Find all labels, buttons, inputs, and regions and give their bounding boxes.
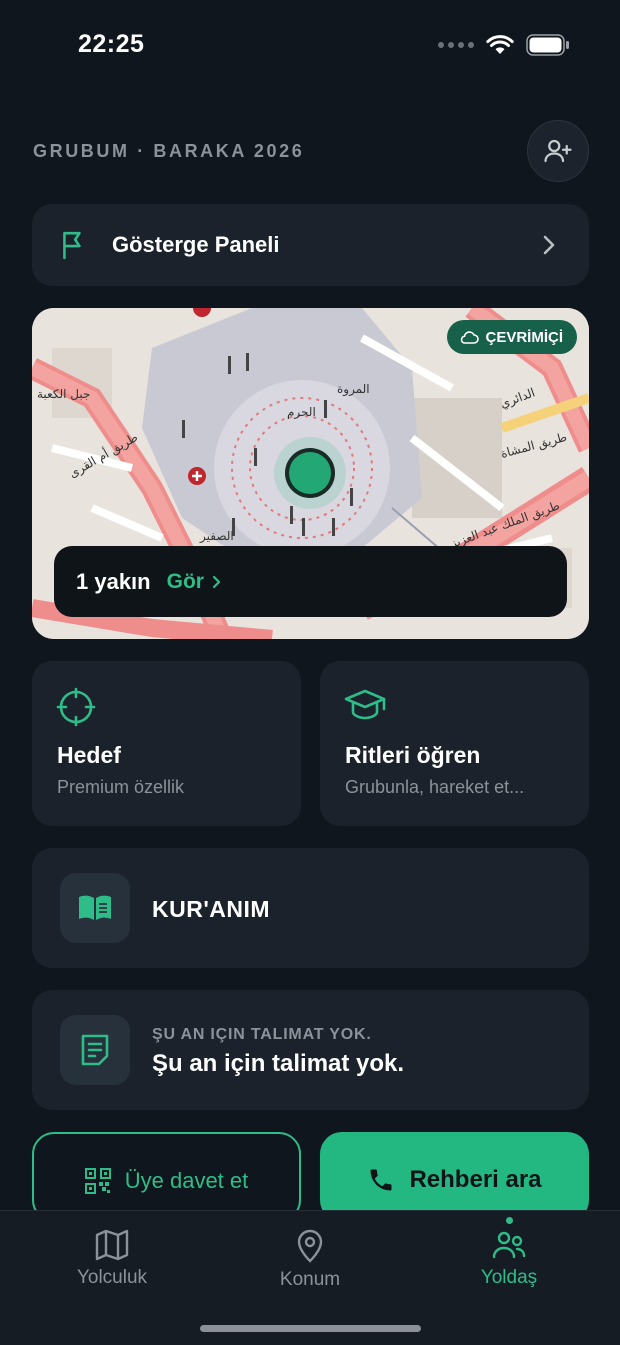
call-guide-label: Rehberi ara (409, 1166, 542, 1193)
tab-companion-label: Yoldaş (480, 1267, 538, 1288)
tab-journey-label: Yolculuk (76, 1267, 148, 1288)
invite-member-label: Üye davet et (124, 1168, 249, 1193)
graduation-cap-icon (344, 689, 386, 720)
battery-icon (526, 34, 569, 56)
book-open-icon (79, 895, 111, 920)
home-indicator (200, 1325, 421, 1332)
map-card[interactable]: المروة الحرم الصفير طريق أم القرى طريق ا… (32, 308, 589, 639)
note-icon (81, 1034, 109, 1066)
chevron-right-icon (212, 575, 221, 588)
active-tab-indicator (506, 1217, 513, 1224)
qr-code-icon (84, 1168, 111, 1194)
map-label: الحرم (287, 405, 316, 420)
rituals-title: Ritleri öğren (345, 742, 481, 768)
instructions-card: ŞU AN IÇIN TALIMAT YOK. Şu an için talim… (32, 990, 589, 1110)
add-user-button[interactable] (527, 120, 589, 182)
status-bar: 22:25 (0, 0, 620, 90)
quran-label: KUR'ANIM (152, 896, 271, 922)
online-status-label: ÇEVRİMİÇİ (485, 328, 563, 346)
nearby-bar[interactable]: 1 yakın Gör (54, 546, 567, 617)
nearby-count: 1 yakın (76, 568, 151, 594)
target-tile[interactable]: Hedef Premium özellik (32, 661, 301, 826)
call-guide-button[interactable]: Rehberi ara (320, 1132, 589, 1222)
rituals-tile[interactable]: Ritleri öğren Grubunla, hareket et... (320, 661, 589, 826)
wifi-icon (486, 35, 514, 54)
tab-journey[interactable]: Yolculuk (32, 1229, 192, 1289)
target-title: Hedef (57, 742, 121, 768)
map-icon (95, 1229, 129, 1261)
status-icons (438, 34, 570, 56)
location-pin-icon (297, 1229, 323, 1263)
see-nearby-link[interactable]: Gör (167, 570, 221, 594)
user-plus-icon (544, 139, 572, 163)
cloud-icon (461, 331, 480, 344)
tab-companion[interactable]: Yoldaş (429, 1229, 589, 1289)
tab-location-label: Konum (279, 1269, 341, 1290)
map-label: جبل الكعبة (37, 387, 90, 401)
cellular-signal-icon (438, 42, 474, 48)
map-label: الصفير (199, 529, 234, 544)
instructions-icon-box (60, 1015, 130, 1085)
rituals-subtitle: Grubunla, hareket et... (345, 777, 525, 797)
online-status-badge: ÇEVRİMİÇİ (447, 320, 577, 354)
users-icon (492, 1231, 526, 1259)
invite-member-button[interactable]: Üye davet et (32, 1132, 301, 1222)
phone-icon (370, 1169, 392, 1191)
dashboard-label: Gösterge Paneli (112, 232, 280, 257)
quran-card[interactable]: KUR'ANIM (32, 848, 589, 968)
see-nearby-label: Gör (166, 569, 204, 593)
tab-bar: Yolculuk Konum Yoldaş (0, 1210, 620, 1345)
quran-icon-box (60, 873, 130, 943)
dashboard-card[interactable]: Gösterge Paneli (32, 204, 589, 286)
crosshair-icon (56, 687, 96, 727)
target-subtitle: Premium özellik (57, 777, 185, 797)
instructions-text: Şu an için talimat yok. (152, 1050, 405, 1077)
flag-icon (63, 231, 81, 260)
chevron-right-icon (543, 235, 555, 255)
map-label: المروة (337, 382, 370, 397)
group-title: GRUBUM · BARAKA 2026 (33, 141, 305, 161)
status-time: 22:25 (78, 30, 145, 58)
tab-location[interactable]: Konum (230, 1229, 390, 1291)
instructions-label: ŞU AN IÇIN TALIMAT YOK. (152, 1026, 372, 1043)
group-header: GRUBUM · BARAKA 2026 (33, 120, 589, 182)
